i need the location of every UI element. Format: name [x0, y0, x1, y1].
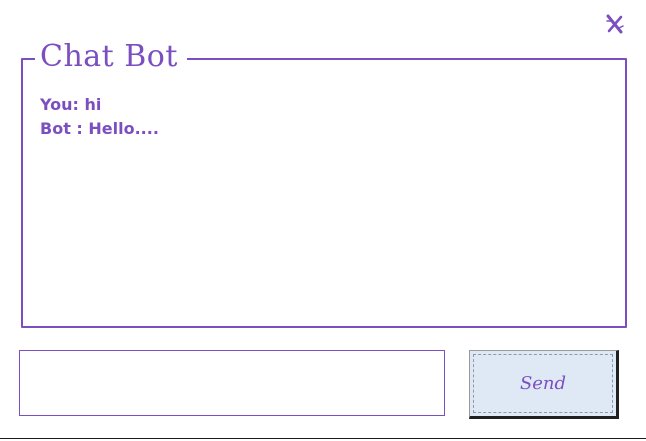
chat-title: Chat Bot — [35, 40, 187, 74]
bottom-divider — [0, 438, 646, 439]
close-button[interactable] — [604, 13, 626, 35]
message-input[interactable] — [19, 350, 445, 416]
chat-transcript-panel: Chat Bot You: hi Bot : Hello.... — [21, 40, 627, 328]
send-button-face: Send — [473, 354, 613, 413]
message-line-user: You: hi — [40, 95, 102, 114]
message-line-bot: Bot : Hello.... — [40, 119, 159, 138]
send-button-label: Send — [519, 373, 567, 394]
close-x-icon — [606, 14, 624, 34]
chat-transcript: You: hi Bot : Hello.... — [40, 93, 615, 141]
send-button[interactable]: Send — [469, 350, 619, 419]
